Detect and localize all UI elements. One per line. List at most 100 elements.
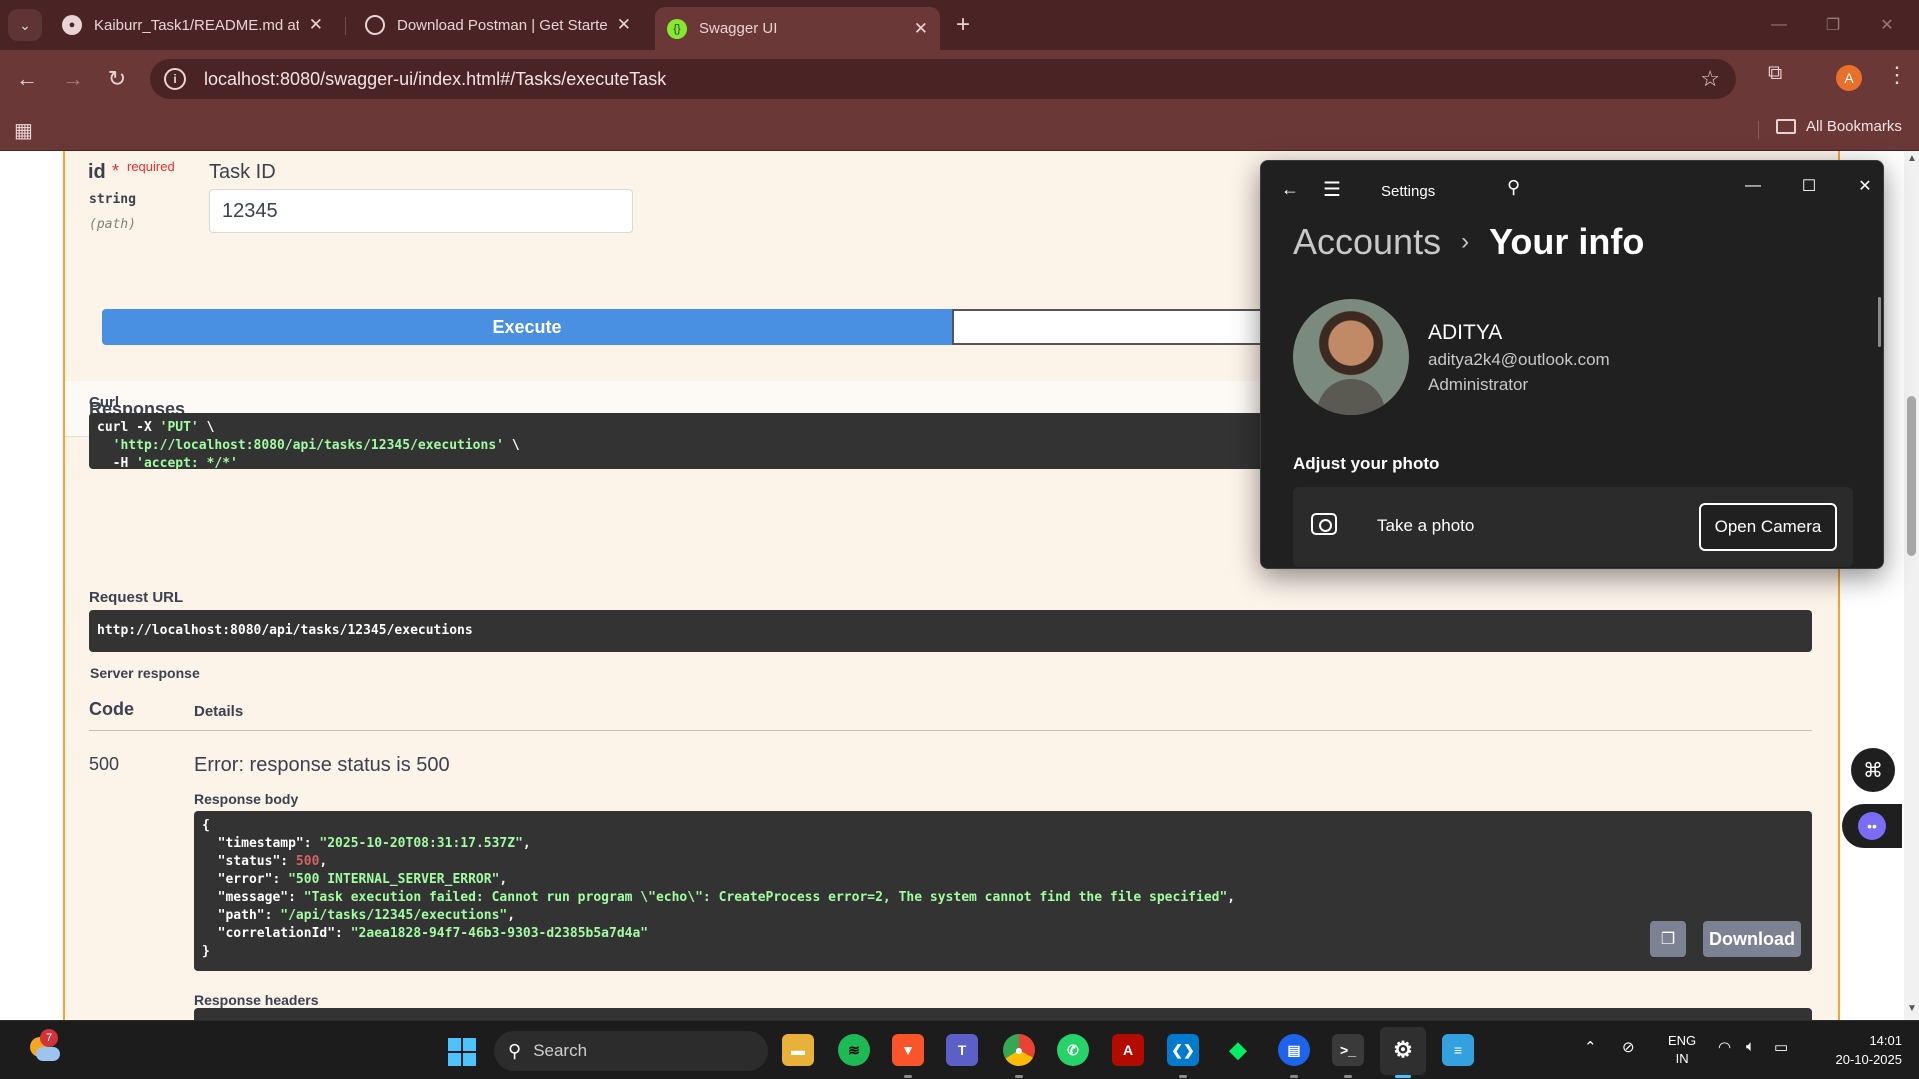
download-button[interactable]: Download: [1703, 921, 1801, 957]
minimize-button[interactable]: —: [1756, 8, 1802, 42]
terminal-icon[interactable]: >_: [1332, 1034, 1364, 1066]
breadcrumb: Accounts › Your info: [1293, 221, 1644, 263]
take-photo-card: Take a photo Open Camera: [1293, 487, 1853, 567]
clock-date: 20-10-2025: [1835, 1052, 1903, 1067]
tab-divider: [345, 17, 346, 35]
vscode-icon[interactable]: ❮❯: [1167, 1034, 1199, 1066]
language-indicator[interactable]: ENG IN: [1668, 1032, 1696, 1068]
command-shortcut-icon[interactable]: ⌘: [1851, 748, 1895, 792]
maximize-button[interactable]: ❐: [1810, 8, 1856, 42]
apps-grid-icon[interactable]: ▦: [14, 118, 33, 143]
param-name: id: [88, 161, 106, 183]
response-headers-block[interactable]: [194, 1008, 1812, 1020]
taskbar: 7 ⚲ Search ▬ ≋ ▼ T ● ✆ A ❮❯ ◆ ▤ >_ ⚙ ≡ ⌃…: [0, 1020, 1919, 1079]
page-scrollbar[interactable]: ▲ ▼: [1904, 151, 1919, 1020]
reload-button[interactable]: ↻: [100, 62, 134, 96]
mongodb-compass-icon[interactable]: ◆: [1222, 1034, 1254, 1066]
back-button[interactable]: ←: [10, 62, 44, 96]
start-button[interactable]: [448, 1038, 476, 1066]
search-icon[interactable]: ⚲: [1507, 177, 1520, 198]
tab-swagger[interactable]: {} Swagger UI ✕: [655, 7, 940, 50]
close-window-button[interactable]: ✕: [1864, 8, 1910, 42]
network-off-icon[interactable]: ⊘: [1622, 1038, 1635, 1056]
server-response-label: Server response: [90, 665, 200, 681]
curl-label: Curl: [89, 394, 119, 411]
running-indicator: [1015, 1075, 1023, 1078]
active-app-indicator: [1395, 1075, 1411, 1078]
all-bookmarks-button[interactable]: All Bookmarks: [1776, 118, 1902, 135]
param-required-mark: *: [112, 161, 120, 181]
extensions-icon[interactable]: ⧉: [1768, 62, 1782, 85]
hamburger-menu-icon[interactable]: ☰: [1323, 177, 1341, 202]
file-explorer-icon[interactable]: ▬: [782, 1034, 814, 1066]
settings-scrollbar[interactable]: [1878, 297, 1881, 347]
user-email: aditya2k4@outlook.com: [1428, 350, 1610, 369]
volume-icon[interactable]: 🔈︎: [1746, 1038, 1755, 1055]
settings-icon[interactable]: ⚙: [1387, 1034, 1419, 1066]
task-id-input[interactable]: [209, 189, 633, 233]
response-headers-label: Response headers: [194, 992, 319, 1008]
open-camera-button[interactable]: Open Camera: [1699, 503, 1837, 551]
back-arrow-icon[interactable]: ←: [1281, 179, 1299, 200]
assistant-extension-button[interactable]: ••: [1842, 804, 1902, 848]
execute-button[interactable]: Execute: [102, 309, 952, 345]
tab-search-button[interactable]: ⌄: [8, 9, 42, 41]
address-bar[interactable]: i localhost:8080/swagger-ui/index.html#/…: [150, 59, 1736, 99]
scroll-down-arrow-icon[interactable]: ▼: [1907, 1003, 1917, 1014]
system-clock[interactable]: 14:01 20-10-2025: [1818, 1031, 1903, 1069]
chrome-icon[interactable]: ●: [1003, 1034, 1035, 1066]
bookmark-star-icon[interactable]: ☆: [1700, 66, 1720, 92]
curl-text: \: [504, 438, 520, 453]
request-url-block[interactable]: http://localhost:8080/api/tasks/12345/ex…: [89, 610, 1812, 652]
response-body-block[interactable]: { "timestamp": "2025-10-20T08:31:17.537Z…: [194, 811, 1812, 971]
weather-widget[interactable]: 7: [26, 1029, 60, 1065]
json-key: "path":: [202, 908, 281, 923]
running-indicator: [1290, 1075, 1298, 1078]
forward-button[interactable]: →: [56, 62, 90, 96]
taskbar-search[interactable]: ⚲ Search: [494, 1031, 768, 1071]
maximize-button[interactable]: ☐: [1789, 171, 1829, 201]
show-hidden-icons-chevron-icon[interactable]: ⌃: [1584, 1038, 1597, 1056]
acrobat-icon[interactable]: A: [1112, 1034, 1144, 1066]
details-column-header: Details: [194, 703, 244, 720]
new-tab-button[interactable]: +: [948, 10, 978, 40]
close-button[interactable]: ✕: [1845, 171, 1883, 201]
scroll-thumb[interactable]: [1907, 396, 1916, 556]
minimize-button[interactable]: —: [1733, 171, 1773, 201]
tab-postman[interactable]: Download Postman | Get Starte ✕: [353, 7, 643, 43]
all-bookmarks-label: All Bookmarks: [1806, 118, 1902, 135]
curl-method: 'PUT': [159, 420, 199, 435]
browser-menu-icon[interactable]: ⋮: [1886, 62, 1908, 88]
scroll-up-arrow-icon[interactable]: ▲: [1907, 153, 1917, 164]
breadcrumb-current: Your info: [1489, 221, 1645, 262]
breadcrumb-accounts[interactable]: Accounts: [1293, 221, 1441, 263]
tab-github[interactable]: ● Kaiburr_Task1/README.md at m ✕: [50, 7, 335, 43]
close-tab-icon[interactable]: ✕: [617, 15, 631, 35]
wifi-icon[interactable]: ◠: [1718, 1038, 1731, 1056]
teams-icon[interactable]: T: [946, 1034, 978, 1066]
close-tab-icon[interactable]: ✕: [914, 19, 928, 39]
windows-logo-tile: [463, 1053, 476, 1066]
curl-text: [97, 438, 113, 453]
docker-icon[interactable]: ▤: [1278, 1034, 1310, 1066]
close-tab-icon[interactable]: ✕: [309, 15, 323, 35]
lang-code: ENG: [1668, 1033, 1697, 1048]
copy-to-clipboard-button[interactable]: ❐: [1650, 921, 1686, 957]
running-indicator: [1344, 1075, 1352, 1078]
whatsapp-icon[interactable]: ✆: [1057, 1034, 1089, 1066]
bookmarks-bar: ▦ All Bookmarks: [0, 108, 1919, 151]
profile-avatar[interactable]: A: [1836, 65, 1862, 91]
globe-icon: [365, 15, 385, 35]
request-url-label: Request URL: [89, 589, 184, 606]
json-comma: ,: [507, 908, 516, 923]
battery-icon[interactable]: ▭: [1774, 1038, 1788, 1056]
json-value: 500: [295, 854, 320, 869]
notepad-icon[interactable]: ≡: [1442, 1034, 1474, 1066]
site-info-icon[interactable]: i: [164, 68, 186, 90]
brave-icon[interactable]: ▼: [892, 1034, 924, 1066]
json-value: "Task execution failed: Cannot run progr…: [303, 890, 1228, 905]
clock-time: 14:01: [1869, 1033, 1902, 1048]
spotify-icon[interactable]: ≋: [838, 1034, 870, 1066]
settings-window: ← ☰ Settings ⚲ — ☐ ✕ Accounts › Your inf…: [1260, 160, 1884, 569]
response-error-text: Error: response status is 500: [194, 754, 450, 776]
